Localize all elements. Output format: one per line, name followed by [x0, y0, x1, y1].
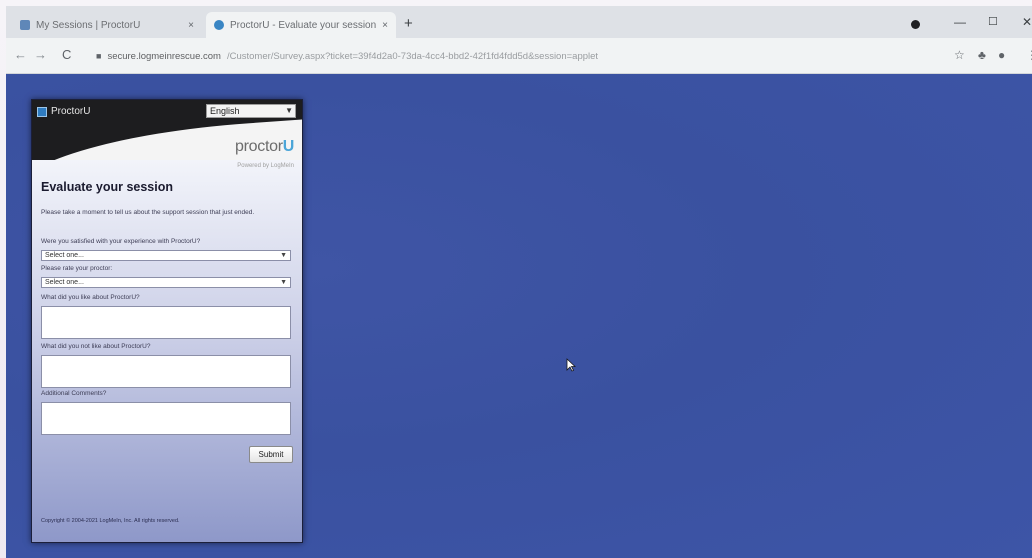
tab-close-icon[interactable]: × — [382, 20, 388, 31]
account-icon[interactable]: ● — [998, 48, 1005, 62]
tab-strip: My Sessions | ProctorU × ProctorU - Eval… — [6, 6, 1032, 38]
question-disliked-label: What did you not like about ProctorU? — [41, 343, 151, 350]
question-liked-label: What did you like about ProctorU? — [41, 294, 140, 301]
satisfaction-value: Select one... — [45, 252, 84, 259]
new-tab-button[interactable]: + — [404, 16, 413, 32]
address-path: /Customer/Survey.aspx?ticket=39f4d2a0-73… — [226, 50, 599, 62]
question-rate-proctor-label: Please rate your proctor: — [41, 265, 113, 272]
chevron-down-icon: ▼ — [285, 106, 293, 115]
question-satisfaction-label: Were you satisfied with your experience … — [41, 238, 201, 245]
tab-evaluate-session[interactable]: ProctorU - Evaluate your session × — [206, 12, 396, 38]
page-viewport: ProctorU English ▼ proctorU Powered by L… — [6, 74, 1032, 558]
evaluation-panel: ProctorU English ▼ proctorU Powered by L… — [31, 99, 303, 543]
proctoru-wordmark: proctorU — [235, 138, 294, 156]
address-bar[interactable]: ■ secure.logmeinrescue.com/Customer/Surv… — [88, 44, 928, 68]
tab-title: My Sessions | ProctorU — [36, 19, 141, 31]
brand-name: ProctorU — [51, 106, 91, 117]
logmein-favicon-icon — [214, 20, 224, 30]
address-host: secure.logmeinrescue.com — [107, 50, 221, 62]
language-value: English — [210, 106, 240, 116]
brand: ProctorU — [37, 106, 90, 117]
wordmark-text: proctor — [235, 138, 283, 155]
submit-button[interactable]: Submit — [249, 446, 293, 463]
close-window-button[interactable]: ✕ — [1022, 15, 1032, 29]
satisfaction-select[interactable]: Select one... ▼ — [41, 250, 291, 261]
wordmark-accent: U — [282, 138, 295, 155]
chevron-down-icon: ▼ — [280, 252, 287, 259]
reload-icon[interactable]: C — [62, 47, 71, 62]
screen: My Sessions | ProctorU × ProctorU - Eval… — [0, 0, 1032, 558]
mouse-pointer-icon — [566, 358, 576, 372]
liked-textarea[interactable] — [41, 306, 291, 339]
comments-textarea[interactable] — [41, 402, 291, 435]
panel-header: ProctorU English ▼ proctorU — [32, 100, 302, 160]
minimize-button[interactable]: — — [954, 15, 966, 29]
question-comments-label: Additional Comments? — [41, 390, 107, 397]
form-title: Evaluate your session — [41, 180, 174, 194]
bookmark-star-icon[interactable]: ☆ — [954, 48, 965, 62]
rate-proctor-value: Select one... — [45, 279, 84, 286]
language-select[interactable]: English ▼ — [206, 104, 296, 118]
proctoru-logo-icon — [37, 106, 47, 117]
extensions-icon[interactable]: ♣ — [978, 48, 986, 62]
copyright: Copyright © 2004-2021 LogMeIn, Inc. All … — [41, 518, 180, 524]
lock-icon: ■ — [96, 51, 102, 61]
disliked-textarea[interactable] — [41, 355, 291, 388]
browser-chrome: My Sessions | ProctorU × ProctorU - Eval… — [6, 6, 1032, 74]
tab-title: ProctorU - Evaluate your session — [230, 19, 377, 31]
chevron-down-icon: ▼ — [280, 279, 287, 286]
tab-my-sessions[interactable]: My Sessions | ProctorU × — [12, 12, 202, 38]
browser-toolbar: ← → C ■ secure.logmeinrescue.com/Custome… — [6, 38, 1032, 74]
kebab-menu-icon[interactable]: ⋮ — [1026, 48, 1032, 62]
forward-arrow-icon[interactable]: → — [34, 47, 47, 62]
powered-by: Powered by LogMeIn — [237, 163, 294, 169]
form-intro: Please take a moment to tell us about th… — [41, 209, 255, 216]
proctoru-favicon-icon — [20, 20, 30, 30]
tab-close-icon[interactable]: × — [188, 20, 194, 31]
back-arrow-icon[interactable]: ← — [14, 47, 27, 62]
rate-proctor-select[interactable]: Select one... ▼ — [41, 277, 291, 288]
profile-icon[interactable] — [911, 20, 920, 29]
maximize-button[interactable]: ☐ — [988, 15, 998, 28]
